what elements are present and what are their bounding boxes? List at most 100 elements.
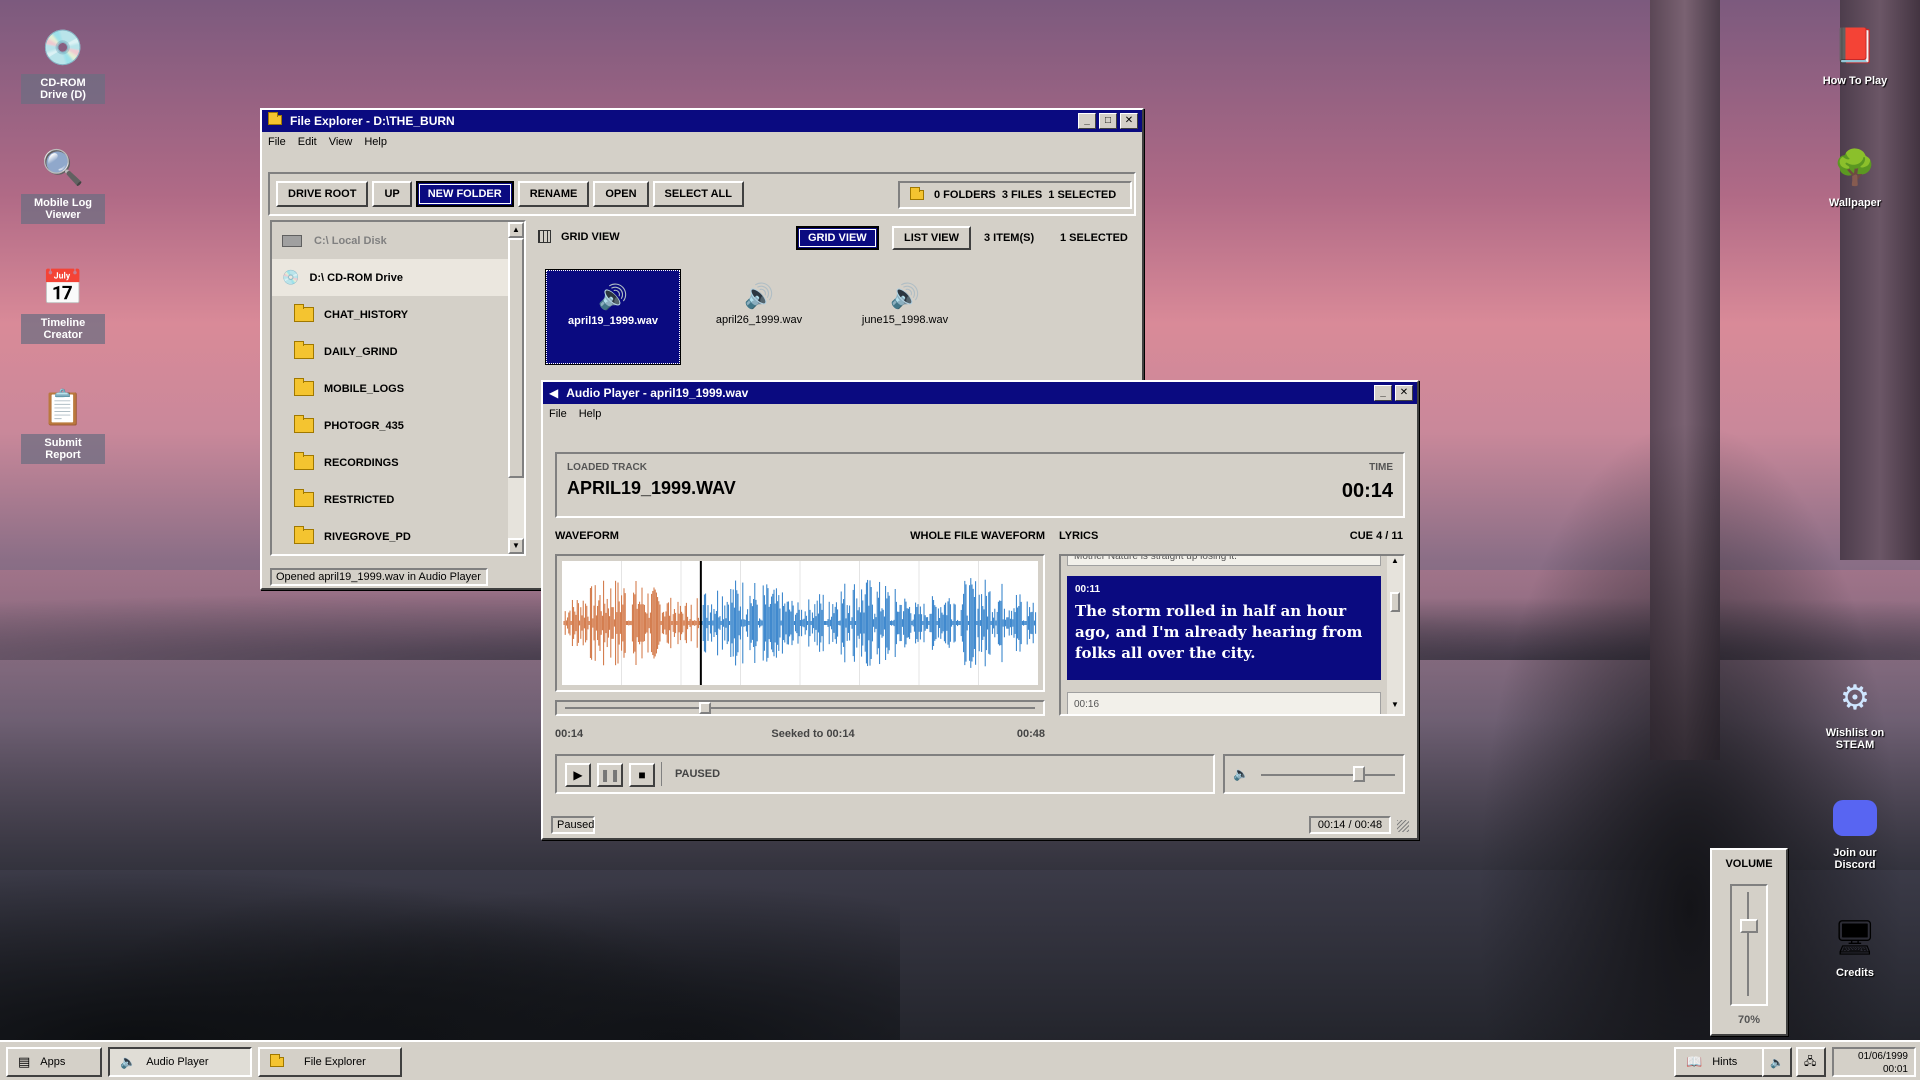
tree-item-restricted[interactable]: RESTRICTED — [272, 481, 524, 518]
scroll-up-button[interactable]: ▲ — [1387, 556, 1403, 570]
menu-edit[interactable]: Edit — [298, 136, 317, 148]
tree-item-label: C:\ Local Disk — [314, 234, 387, 247]
close-button[interactable]: ✕ — [1120, 113, 1138, 129]
tray-volume-button[interactable]: 🔈 — [1762, 1047, 1792, 1077]
tree-item-d-drive[interactable]: 💿 D:\ CD-ROM Drive — [272, 259, 524, 296]
desktop-icon-steam[interactable]: ⚙ Wishlist on STEAM — [1812, 676, 1898, 754]
audio-file-icon: 🔊 — [890, 283, 920, 310]
tree-item-recordings[interactable]: RECORDINGS — [272, 444, 524, 481]
waveform-display[interactable] — [562, 561, 1038, 685]
folder-icon — [294, 452, 314, 470]
task-label: File Explorer — [304, 1056, 366, 1068]
time-label: TIME — [1369, 462, 1393, 473]
menu-file[interactable]: File — [268, 136, 286, 148]
playback-state: PAUSED — [675, 768, 721, 780]
tree-item-label: CHAT_HISTORY — [324, 308, 409, 321]
maximize-button[interactable]: □ — [1099, 113, 1117, 129]
tree-item-photogr-435[interactable]: PHOTOGR_435 — [272, 407, 524, 444]
stop-button[interactable]: ■ — [629, 763, 655, 787]
cd-rom-icon: 💿 — [41, 29, 85, 67]
tree-item-c-drive[interactable]: C:\ Local Disk — [272, 222, 524, 259]
tree-scrollbar[interactable]: ▲ ▼ — [508, 222, 524, 554]
scroll-up-button[interactable]: ▲ — [508, 222, 524, 238]
desktop-icon-credits[interactable]: 🖥 Credits — [1812, 916, 1898, 982]
desktop-icon-cd-rom[interactable]: 💿 CD-ROM Drive (D) — [20, 26, 106, 104]
lyrics-scrollbar[interactable]: ▲ ▼ — [1387, 556, 1403, 714]
desktop-icon-submit-report[interactable]: 📋 Submit Report — [20, 386, 106, 464]
player-status-left: Paused — [551, 816, 595, 834]
file-tile-april19[interactable]: 🔊 april19_1999.wav — [545, 269, 681, 365]
desktop-icon-discord[interactable]: Join our Discord — [1812, 796, 1898, 874]
tree-item-mobile-logs[interactable]: MOBILE_LOGS — [272, 370, 524, 407]
view-header: GRID VIEW — [538, 230, 620, 243]
open-button[interactable]: OPEN — [593, 181, 649, 207]
minimize-button[interactable]: _ — [1374, 385, 1392, 401]
lyric-next[interactable]: 00:16 — [1067, 692, 1381, 714]
steam-icon: ⚙ — [1839, 679, 1871, 717]
menu-help[interactable]: Help — [364, 136, 387, 148]
scroll-down-button[interactable]: ▼ — [508, 538, 524, 554]
cue-label: CUE 4 / 11 — [1349, 530, 1403, 542]
close-button[interactable]: ✕ — [1395, 385, 1413, 401]
desktop-icon-label: CD-ROM Drive (D) — [21, 74, 105, 104]
file-tile-april26[interactable]: 🔊 april26_1999.wav — [692, 270, 826, 364]
elapsed-time: 00:14 — [555, 728, 584, 740]
scroll-down-button[interactable]: ▼ — [1387, 700, 1403, 714]
menu-file[interactable]: File — [549, 408, 567, 420]
tree-item-label: DAILY_GRIND — [324, 345, 398, 358]
menu-help[interactable]: Help — [579, 408, 602, 420]
volume-slider-thumb[interactable] — [1740, 919, 1758, 933]
pause-button[interactable]: ❚❚ — [597, 763, 623, 787]
desktop-icon-mobile-log-viewer[interactable]: 🔍 Mobile Log Viewer — [20, 146, 106, 224]
resize-grip[interactable] — [1397, 820, 1409, 832]
player-title-bar[interactable]: ◀ Audio Player - april19_1999.wav _ ✕ — [543, 382, 1417, 404]
drive-root-button[interactable]: DRIVE ROOT — [276, 181, 369, 207]
tree-item-chat-history[interactable]: CHAT_HISTORY — [272, 296, 524, 333]
summary-text: 0 FOLDERS 3 FILES 1 SELECTED — [934, 189, 1117, 201]
folder-icon — [270, 1053, 294, 1070]
tree-item-label: PHOTOGR_435 — [324, 419, 404, 432]
taskbar-file-explorer[interactable]: File Explorer — [258, 1047, 402, 1077]
tray-network-button[interactable]: 🖧 — [1796, 1047, 1826, 1077]
file-tile-june15[interactable]: 🔊 june15_1998.wav — [838, 270, 972, 364]
select-all-button[interactable]: SELECT ALL — [652, 181, 744, 207]
player-volume-track[interactable] — [1261, 774, 1395, 776]
rename-button[interactable]: RENAME — [517, 181, 590, 207]
seek-slider[interactable] — [555, 700, 1045, 716]
menu-view[interactable]: View — [329, 136, 353, 148]
grid-view-button[interactable]: GRID VIEW — [796, 226, 879, 250]
list-view-button[interactable]: LIST VIEW — [892, 226, 971, 250]
waveform-label: WAVEFORM — [555, 530, 619, 542]
explorer-toolbar: DRIVE ROOT UP NEW FOLDER RENAME OPEN SEL… — [268, 172, 1136, 216]
scroll-thumb[interactable] — [508, 238, 524, 478]
desktop-icon-how-to-play[interactable]: 📕 How To Play — [1812, 24, 1898, 90]
play-button[interactable]: ▶ — [565, 763, 591, 787]
lyric-previous[interactable]: Mother Nature is straight up losing it. — [1067, 556, 1381, 566]
view-label: GRID VIEW — [561, 230, 620, 243]
explorer-title-bar[interactable]: File Explorer - D:\THE_BURN _ □ ✕ — [262, 110, 1142, 132]
loaded-track-label: LOADED TRACK — [567, 462, 647, 473]
waveform-panel[interactable] — [555, 554, 1045, 692]
hints-button[interactable]: 📖 Hints — [1674, 1047, 1764, 1077]
desktop-icon-wallpaper[interactable]: 🌳 Wallpaper — [1812, 146, 1898, 212]
apps-button[interactable]: ▤ Apps — [6, 1047, 102, 1077]
desktop-icon-label: Mobile Log Viewer — [21, 194, 105, 224]
tree-item-daily-grind[interactable]: DAILY_GRIND — [272, 333, 524, 370]
player-volume-thumb[interactable] — [1352, 766, 1365, 782]
lyric-current-time: 00:11 — [1075, 584, 1101, 595]
minimize-button[interactable]: _ — [1078, 113, 1096, 129]
taskbar-audio-player[interactable]: 🔈 Audio Player — [108, 1047, 252, 1077]
volume-slider-track[interactable] — [1730, 884, 1768, 1006]
new-folder-button[interactable]: NEW FOLDER — [415, 181, 514, 207]
desktop-icon-timeline-creator[interactable]: 📅 Timeline Creator — [20, 266, 106, 344]
up-button[interactable]: UP — [372, 181, 412, 207]
network-icon: 🖧 — [1804, 1055, 1817, 1068]
seek-thumb[interactable] — [698, 702, 711, 714]
clock-date: 01/06/1999 — [1857, 1051, 1908, 1062]
discord-icon — [1833, 796, 1877, 840]
speaker-icon: 🔈 — [1770, 1056, 1784, 1069]
lyric-current[interactable]: 00:11 The storm rolled in half an hour a… — [1067, 576, 1381, 680]
tree-item-rivegrove-pd[interactable]: RIVEGROVE_PD — [272, 518, 524, 554]
calendar-icon: 📅 — [41, 269, 85, 307]
scroll-thumb[interactable] — [1390, 592, 1400, 612]
